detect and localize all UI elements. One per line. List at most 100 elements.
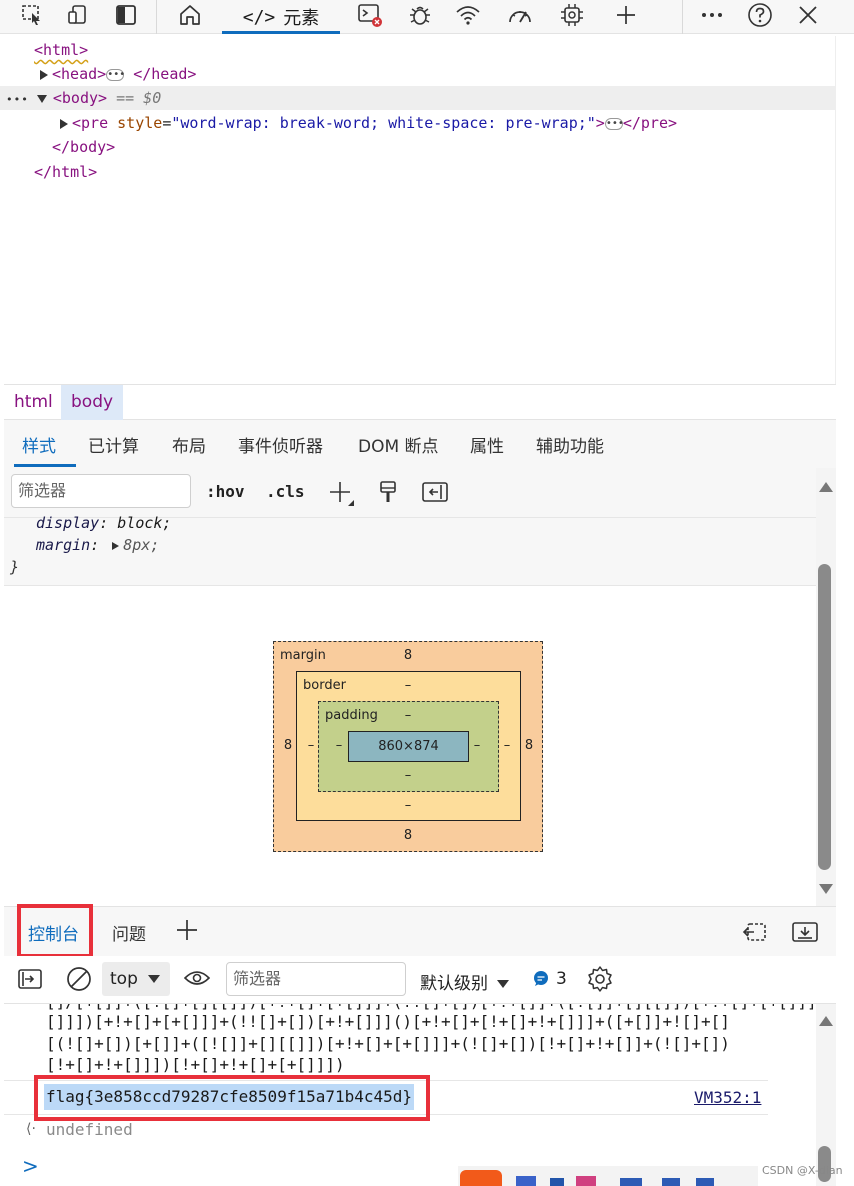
- css-prop-name: margin: [36, 536, 91, 554]
- padding-bottom-value[interactable]: –: [398, 768, 418, 783]
- sidebar-toggle-icon[interactable]: [112, 2, 140, 28]
- devtools-toolbar: </> 元素: [0, 0, 854, 34]
- console-output-line: [!+[]+!+[]]])[!+[]+!+[]+[+[]]]): [46, 1055, 345, 1074]
- toolbar-separator: [682, 0, 683, 34]
- console-output-line: []]])[+!+[]+[+[]]]+(!![]+[])[+!+[]]]()[+…: [46, 1012, 730, 1031]
- context-selector-value: top: [110, 969, 138, 989]
- log-levels-dropdown[interactable]: 默认级别: [420, 969, 510, 994]
- help-icon[interactable]: [746, 2, 774, 28]
- padding-left-value[interactable]: –: [329, 738, 349, 753]
- margin-left-value[interactable]: 8: [278, 738, 298, 753]
- paint-brush-icon[interactable]: [378, 480, 398, 510]
- hov-toggle-button[interactable]: :hov: [206, 482, 245, 501]
- tab-properties[interactable]: 属性: [470, 432, 504, 457]
- scroll-down-arrow-icon[interactable]: [819, 884, 833, 894]
- css-prop-name: display: [36, 514, 100, 532]
- collapsed-ellipsis[interactable]: •••: [604, 117, 624, 130]
- close-icon[interactable]: [794, 2, 822, 28]
- body-close-tag: </body>: [52, 138, 116, 156]
- expand-triangle-icon[interactable]: [40, 69, 48, 80]
- collapsed-ellipsis[interactable]: •••: [106, 68, 125, 81]
- padding-top-value[interactable]: –: [398, 708, 418, 723]
- source-link[interactable]: VM352:1: [694, 1088, 761, 1107]
- add-icon[interactable]: [612, 2, 640, 28]
- box-model-diagram: margin 8 8 8 8 border – – – – padding – …: [4, 586, 816, 906]
- tray-icon: [620, 1178, 642, 1186]
- border-top-value[interactable]: –: [398, 678, 418, 693]
- tab-elements[interactable]: </> 元素: [222, 0, 340, 34]
- performance-icon[interactable]: [506, 2, 534, 28]
- tab-computed[interactable]: 已计算: [88, 432, 139, 457]
- inspect-icon[interactable]: [18, 2, 46, 28]
- close-drawer-icon[interactable]: [792, 921, 818, 947]
- css-declaration-margin[interactable]: margin: 8px;: [36, 536, 159, 554]
- console-error-icon[interactable]: [356, 2, 384, 28]
- console-filter-input[interactable]: 筛选器: [226, 962, 406, 996]
- expand-triangle-icon[interactable]: [112, 541, 120, 550]
- margin-right-value[interactable]: 8: [519, 738, 539, 753]
- add-tab-icon[interactable]: [176, 919, 198, 945]
- console-sidebar-toggle-icon[interactable]: [18, 969, 42, 993]
- return-value-arrow-icon: ⟨·: [26, 1121, 36, 1137]
- home-icon[interactable]: [176, 2, 204, 28]
- breadcrumb-item-html[interactable]: html: [4, 385, 63, 420]
- watermark: CSDN @X-dian: [762, 1164, 843, 1177]
- dom-node-pre[interactable]: <pre style="word-wrap: break-word; white…: [60, 111, 677, 135]
- new-style-rule-icon[interactable]: [328, 480, 356, 512]
- log-levels-label: 默认级别: [420, 974, 488, 994]
- box-content[interactable]: 860×874: [348, 731, 469, 762]
- margin-bottom-value[interactable]: 8: [398, 828, 418, 843]
- tab-styles[interactable]: 样式: [22, 432, 56, 457]
- css-declaration-display[interactable]: display: block;: [36, 514, 171, 532]
- tab-event-listeners[interactable]: 事件侦听器: [238, 432, 323, 457]
- collapse-triangle-icon[interactable]: [36, 94, 47, 103]
- message-count-badge[interactable]: 3: [532, 969, 567, 989]
- tab-issues[interactable]: 问题: [112, 920, 146, 945]
- tab-layout[interactable]: 布局: [172, 432, 206, 457]
- tab-accessibility[interactable]: 辅助功能: [536, 432, 604, 457]
- dom-tree: <html> <head>••• </head> ••• <body> == $0…: [0, 36, 836, 384]
- clear-console-icon[interactable]: [66, 966, 92, 996]
- border-bottom-value[interactable]: –: [398, 798, 418, 813]
- tray-icon: [516, 1176, 536, 1186]
- more-icon[interactable]: [698, 2, 726, 28]
- console-prompt[interactable]: >: [22, 1154, 39, 1178]
- border-right-value[interactable]: –: [497, 738, 517, 753]
- dom-node-html[interactable]: <html>: [34, 38, 88, 62]
- breadcrumb-item-body[interactable]: body: [61, 385, 124, 420]
- box-margin[interactable]: margin 8 8 8 8 border – – – – padding – …: [273, 641, 543, 852]
- css-prop-value: block;: [117, 514, 172, 532]
- css-close-brace: }: [10, 558, 20, 576]
- console-settings-gear-icon[interactable]: [586, 965, 614, 997]
- margin-top-value[interactable]: 8: [398, 648, 418, 663]
- bug-icon[interactable]: [406, 2, 434, 28]
- pre-attr-value: "word-wrap: break-word; white-space: pre…: [171, 114, 596, 132]
- live-expression-eye-icon[interactable]: [183, 968, 211, 992]
- padding-right-value[interactable]: –: [467, 738, 487, 753]
- message-count: 3: [556, 969, 567, 989]
- dom-node-body-selected[interactable]: ••• <body> == $0: [0, 86, 836, 110]
- dom-node-head[interactable]: <head>••• </head>: [40, 62, 196, 86]
- scrollbar-thumb[interactable]: [818, 564, 831, 870]
- dock-drawer-icon[interactable]: [742, 921, 768, 947]
- scroll-up-arrow-icon[interactable]: [819, 482, 833, 492]
- dropdown-arrow-icon: [497, 980, 510, 988]
- cls-toggle-button[interactable]: .cls: [266, 482, 305, 501]
- memory-chip-icon[interactable]: [558, 2, 586, 28]
- styles-scrollbar[interactable]: [816, 468, 836, 906]
- wifi-icon[interactable]: [454, 2, 482, 28]
- expand-triangle-icon[interactable]: [60, 118, 68, 129]
- computed-sidebar-toggle-icon[interactable]: [422, 482, 448, 506]
- row-actions-dots[interactable]: •••: [6, 93, 29, 106]
- css-colon: :: [99, 514, 109, 532]
- box-border[interactable]: border – – – – padding – – – – 860×874: [296, 671, 521, 821]
- console-scrollbar[interactable]: [816, 1004, 836, 1186]
- undefined-result: undefined: [46, 1120, 133, 1139]
- styles-filter-input[interactable]: 筛选器: [11, 474, 191, 508]
- context-selector[interactable]: top: [102, 962, 170, 996]
- tab-dom-breakpoints[interactable]: DOM 断点: [358, 432, 439, 457]
- scroll-up-arrow-icon[interactable]: [819, 1016, 833, 1026]
- box-padding[interactable]: padding – – – – 860×874: [318, 701, 499, 792]
- device-emulation-icon[interactable]: [64, 2, 92, 28]
- tray-icon: [662, 1178, 680, 1186]
